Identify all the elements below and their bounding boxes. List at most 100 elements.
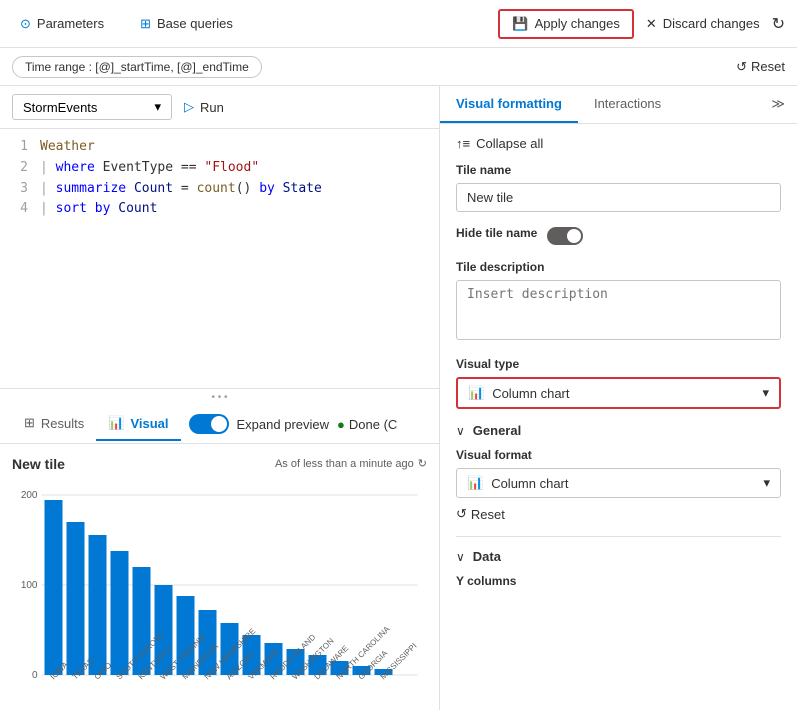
tab-results[interactable]: ⊞ Results xyxy=(12,407,96,441)
reset-label: Reset xyxy=(751,59,785,74)
code-line-4: 4 | sort by Count xyxy=(12,199,427,220)
visual-type-value: Column chart xyxy=(492,386,569,401)
left-panel: StormEvents ▾ ▷ Run 1 Weather 2 | where … xyxy=(0,86,440,710)
apply-icon: 💾 xyxy=(512,16,528,32)
done-label: Done (C xyxy=(349,417,397,432)
hide-tile-toggle[interactable] xyxy=(547,227,583,245)
tab-visual-formatting[interactable]: Visual formatting xyxy=(440,86,578,123)
tile-name-label: Tile name xyxy=(456,163,781,177)
queries-label: Base queries xyxy=(157,16,233,31)
line-num-4: 4 xyxy=(12,199,28,220)
tile-desc-input[interactable] xyxy=(456,280,781,340)
chart-area: New tile As of less than a minute ago ↻ … xyxy=(0,444,439,710)
collapse-icon: ↑≡ xyxy=(456,136,470,151)
apply-label: Apply changes xyxy=(535,16,620,31)
top-bar-right: 💾 Apply changes ✕ Discard changes ↻ xyxy=(498,9,785,39)
chart-container: 200 100 0 xyxy=(12,480,427,710)
toggle-switch[interactable] xyxy=(189,414,229,434)
base-queries-nav[interactable]: ⊞ Base queries xyxy=(132,12,241,36)
code-editor[interactable]: 1 Weather 2 | where EventType == "Flood"… xyxy=(0,129,439,388)
code-content-2: | where EventType == "Flood" xyxy=(40,158,259,179)
data-chevron[interactable]: ∨ xyxy=(456,550,465,564)
general-chevron[interactable]: ∨ xyxy=(456,424,465,438)
run-button[interactable]: ▷ Run xyxy=(184,99,224,115)
visual-type-label: Visual type xyxy=(456,357,781,371)
bar-iowa xyxy=(45,500,63,675)
right-content: ↑≡ Collapse all Tile name Hide tile name… xyxy=(440,124,797,710)
right-panel: Visual formatting Interactions ≫ ↑≡ Coll… xyxy=(440,86,797,710)
bar-texas xyxy=(67,522,85,675)
general-header: ∨ General xyxy=(456,423,781,438)
top-bar: ⊙ Parameters ⊞ Base queries 💾 Apply chan… xyxy=(0,0,797,48)
run-label: Run xyxy=(200,100,224,115)
time-range-pill[interactable]: Time range : [@]_startTime, [@]_endTime xyxy=(12,56,262,78)
refresh-small-icon[interactable]: ↻ xyxy=(418,457,427,470)
top-bar-left: ⊙ Parameters ⊞ Base queries xyxy=(12,12,241,36)
code-content-1: Weather xyxy=(40,137,95,158)
interactions-label: Interactions xyxy=(594,96,661,111)
formatting-label: Visual formatting xyxy=(456,96,562,111)
tab-visual[interactable]: 📊 Visual xyxy=(96,407,180,441)
params-label: Parameters xyxy=(37,16,104,31)
y-columns-label: Y columns xyxy=(456,574,781,588)
general-section: ∨ General Visual format 📊 Column chart ▾… xyxy=(456,423,781,522)
main-layout: StormEvents ▾ ▷ Run 1 Weather 2 | where … xyxy=(0,86,797,710)
vf-icon: 📊 xyxy=(467,475,483,491)
database-select[interactable]: StormEvents ▾ xyxy=(12,94,172,120)
code-line-2: 2 | where EventType == "Flood" xyxy=(12,158,427,179)
chart-header: New tile As of less than a minute ago ↻ xyxy=(12,456,427,472)
discard-changes-button[interactable]: ✕ Discard changes xyxy=(646,16,760,32)
reset-button[interactable]: ↺ Reset xyxy=(736,59,785,75)
tile-name-input[interactable] xyxy=(456,183,781,212)
visual-type-group: Visual type 📊 Column chart ▾ xyxy=(456,357,781,409)
time-range-bar: Time range : [@]_startTime, [@]_endTime … xyxy=(0,48,797,86)
reset-small-button[interactable]: ↺ Reset xyxy=(456,506,505,522)
expand-toggle: Expand preview xyxy=(189,414,330,434)
visual-icon: 📊 xyxy=(108,415,124,431)
query-toolbar: StormEvents ▾ ▷ Run xyxy=(0,86,439,129)
expand-label: Expand preview xyxy=(237,417,330,432)
vf-value: Column chart xyxy=(491,476,568,491)
visual-format-label: Visual format xyxy=(456,448,781,462)
visual-type-select[interactable]: 📊 Column chart ▾ xyxy=(456,377,781,409)
code-line-1: 1 Weather xyxy=(12,137,427,158)
right-tabs: Visual formatting Interactions ≫ xyxy=(440,86,797,124)
visual-label: Visual xyxy=(130,416,168,431)
line-num-2: 2 xyxy=(12,158,28,179)
results-icon: ⊞ xyxy=(24,415,35,431)
refresh-button[interactable]: ↻ xyxy=(772,14,785,34)
queries-icon: ⊞ xyxy=(140,16,151,32)
hide-tile-label: Hide tile name xyxy=(456,226,537,240)
discard-icon: ✕ xyxy=(646,16,657,32)
visual-type-chevron: ▾ xyxy=(762,385,769,401)
code-content-4: | sort by Count xyxy=(40,199,157,220)
results-label: Results xyxy=(41,416,84,431)
params-icon: ⊙ xyxy=(20,16,31,32)
tabs-bar: ⊞ Results 📊 Visual Expand preview ● Done… xyxy=(0,406,439,444)
discard-label: Discard changes xyxy=(663,16,760,31)
done-badge: ● Done (C xyxy=(337,417,397,432)
expand-panel-icon[interactable]: ≫ xyxy=(771,96,785,112)
tab-interactions[interactable]: Interactions xyxy=(578,86,677,123)
bar-ohio xyxy=(89,535,107,675)
y-label-100: 100 xyxy=(21,580,38,591)
vf-chevron: ▾ xyxy=(763,475,770,491)
resize-handle[interactable]: • • • xyxy=(0,388,439,406)
run-icon: ▷ xyxy=(184,99,194,115)
line-num-3: 3 xyxy=(12,179,28,200)
vf-inner: 📊 Column chart xyxy=(467,475,569,491)
code-line-3: 3 | summarize Count = count() by State xyxy=(12,179,427,200)
visual-type-inner: 📊 Column chart xyxy=(468,385,570,401)
done-icon: ● xyxy=(337,417,345,432)
chart-timestamp: As of less than a minute ago ↻ xyxy=(275,457,427,470)
parameters-nav[interactable]: ⊙ Parameters xyxy=(12,12,112,36)
reset-small-icon: ↺ xyxy=(456,506,467,522)
tile-desc-label: Tile description xyxy=(456,260,781,274)
visual-format-select[interactable]: 📊 Column chart ▾ xyxy=(456,468,781,498)
bar-chart-svg: 200 100 0 xyxy=(12,480,427,700)
collapse-all-button[interactable]: ↑≡ Collapse all xyxy=(456,136,543,151)
time-range-label: Time range : [@]_startTime, [@]_endTime xyxy=(25,60,249,74)
bar-chart-icon: 📊 xyxy=(468,385,484,401)
apply-changes-button[interactable]: 💾 Apply changes xyxy=(498,9,633,39)
y-label-200: 200 xyxy=(21,490,38,501)
